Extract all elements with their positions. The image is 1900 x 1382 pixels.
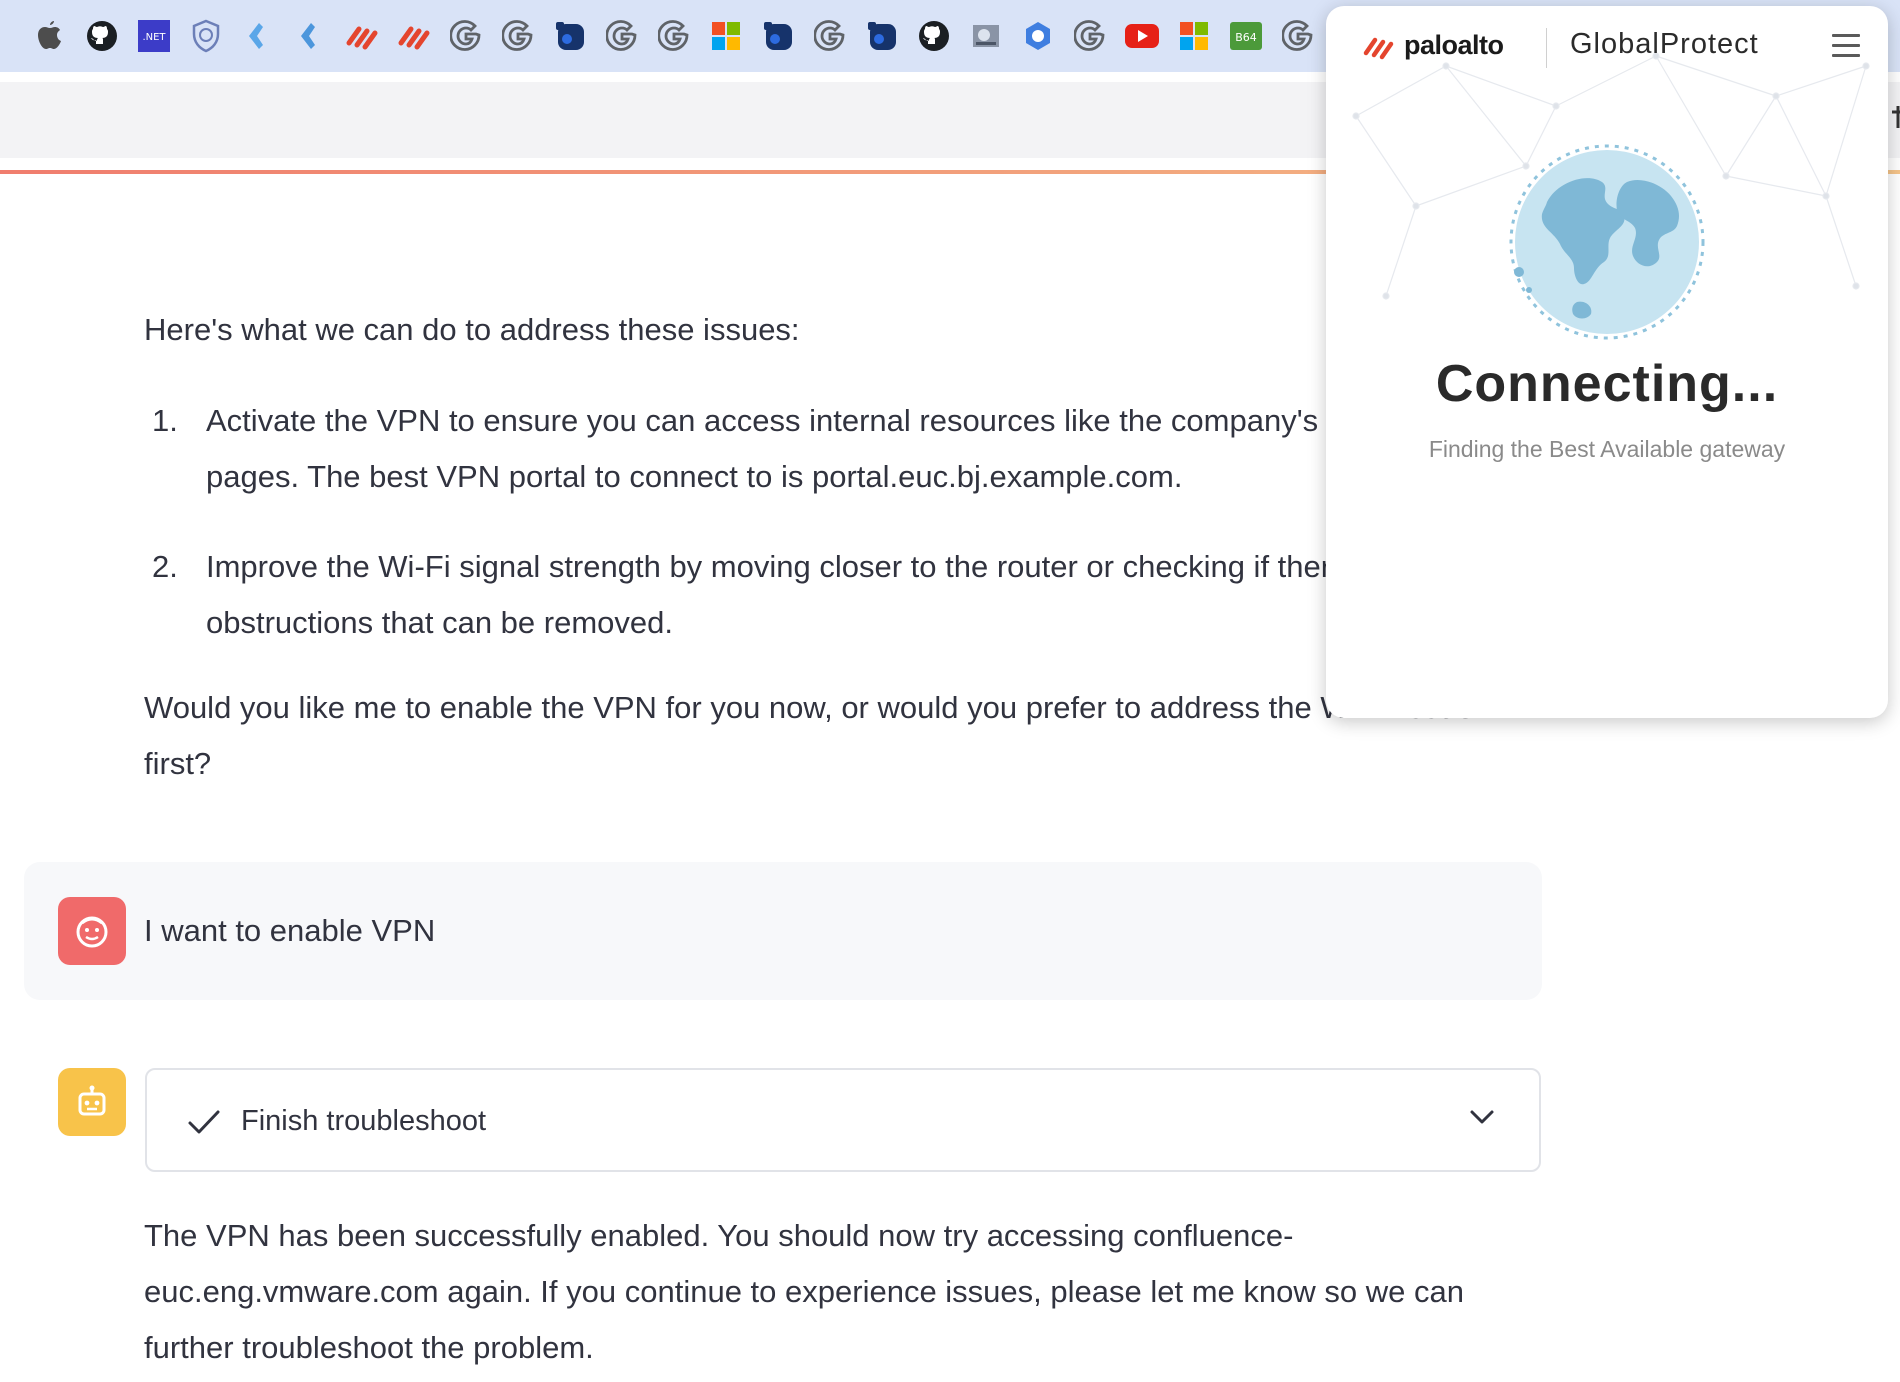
paloalto-icon bbox=[1363, 37, 1394, 59]
google-icon[interactable] bbox=[1272, 10, 1324, 62]
microsoft-icon[interactable] bbox=[700, 10, 752, 62]
user-avatar-icon bbox=[58, 897, 126, 965]
globalprotect-header: paloalto GlobalProtect bbox=[1326, 6, 1888, 82]
list-item-text: Activate the VPN to ensure you can acces… bbox=[206, 403, 1484, 494]
globalprotect-panel: paloalto GlobalProtect Connecting... Fin… bbox=[1326, 6, 1888, 718]
globe-icon bbox=[1507, 142, 1707, 347]
microsoft-icon[interactable] bbox=[1168, 10, 1220, 62]
google-icon[interactable] bbox=[648, 10, 700, 62]
list-item: 1. Activate the VPN to ensure you can ac… bbox=[144, 393, 1524, 505]
user-message: I want to enable VPN bbox=[24, 862, 1542, 1000]
header-divider bbox=[1546, 28, 1547, 68]
paloalto-logo: paloalto bbox=[1362, 30, 1504, 61]
chevron-down-icon[interactable] bbox=[1469, 1108, 1495, 1131]
grey-app-icon[interactable] bbox=[960, 10, 1012, 62]
google-icon[interactable] bbox=[804, 10, 856, 62]
svg-text:.NET: .NET bbox=[142, 32, 166, 43]
bot-avatar-icon bbox=[58, 1068, 126, 1136]
hamburger-menu-icon[interactable] bbox=[1832, 34, 1860, 58]
finish-troubleshoot-expander[interactable]: Finish troubleshoot bbox=[145, 1068, 1541, 1172]
check-icon bbox=[187, 1108, 221, 1141]
globalprotect-title: GlobalProtect bbox=[1570, 28, 1759, 60]
list-item-number: 2. bbox=[152, 549, 178, 584]
apple-icon[interactable] bbox=[0, 10, 24, 62]
github-icon[interactable] bbox=[76, 10, 128, 62]
edge-control-icon[interactable] bbox=[1888, 100, 1900, 136]
google-icon[interactable] bbox=[492, 10, 544, 62]
list-item: 2. Improve the Wi-Fi signal strength by … bbox=[144, 539, 1524, 651]
blue-app-icon[interactable] bbox=[856, 10, 908, 62]
assistant-result-text: The VPN has been successfully enabled. Y… bbox=[144, 1218, 1464, 1365]
diamond-icon[interactable] bbox=[284, 10, 336, 62]
assistant-question-text: Would you like me to enable the VPN for … bbox=[144, 690, 1474, 781]
connection-status: Connecting... bbox=[1435, 355, 1779, 413]
svg-text:B64: B64 bbox=[1235, 31, 1257, 44]
list-item-text: Improve the Wi-Fi signal strength by mov… bbox=[206, 549, 1461, 640]
blue-app-icon[interactable] bbox=[544, 10, 596, 62]
google-icon[interactable] bbox=[1064, 10, 1116, 62]
user-message-text: I want to enable VPN bbox=[144, 913, 436, 948]
github-icon[interactable] bbox=[908, 10, 960, 62]
connection-substatus: Finding the Best Available gateway bbox=[1428, 436, 1786, 462]
youtube-icon[interactable] bbox=[1116, 10, 1168, 62]
paloalto-brand-text: paloalto bbox=[1404, 30, 1504, 60]
hexagon-icon[interactable] bbox=[1012, 10, 1064, 62]
apple-icon[interactable] bbox=[24, 10, 76, 62]
google-icon[interactable] bbox=[440, 10, 492, 62]
paloalto-icon[interactable] bbox=[388, 10, 440, 62]
diamond-icon[interactable] bbox=[232, 10, 284, 62]
google-icon[interactable] bbox=[596, 10, 648, 62]
paloalto-icon[interactable] bbox=[336, 10, 388, 62]
expander-label: Finish troubleshoot bbox=[241, 1105, 487, 1137]
shield-icon[interactable] bbox=[180, 10, 232, 62]
base64-icon[interactable]: B64 bbox=[1220, 10, 1272, 62]
list-item-number: 1. bbox=[152, 403, 178, 438]
blue-app-icon[interactable] bbox=[752, 10, 804, 62]
dotnet-icon[interactable]: .NET bbox=[128, 10, 180, 62]
